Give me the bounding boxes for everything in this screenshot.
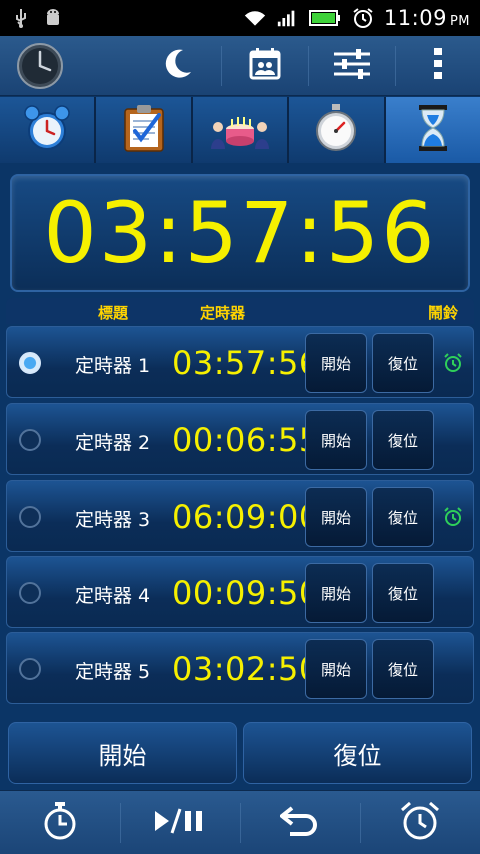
wifi-icon bbox=[244, 7, 266, 29]
play-pause-icon bbox=[152, 807, 208, 839]
signal-icon bbox=[276, 7, 298, 29]
stopwatch-icon bbox=[311, 103, 361, 157]
night-mode-icon bbox=[159, 46, 195, 86]
status-bar: 11:09 PM bbox=[0, 0, 480, 36]
settings-button[interactable] bbox=[309, 36, 395, 96]
timer-2-start-button[interactable]: 開始 bbox=[305, 410, 367, 470]
usb-icon bbox=[10, 7, 32, 29]
timer-list-header: 標題 定時器 鬧鈴 bbox=[6, 298, 474, 324]
birthday-cake-icon bbox=[210, 103, 270, 157]
main-timer-display: 03:57:56 bbox=[10, 174, 470, 292]
timer-row-4[interactable]: 定時器 4 00:09:50 開始 復位 bbox=[6, 556, 474, 628]
timer-row-1[interactable]: 定時器 1 03:57:56 開始 復位 bbox=[6, 326, 474, 398]
timer-2-label: 定時器 2 bbox=[75, 432, 151, 454]
timer-row-2[interactable]: 定時器 2 00:06:55 開始 復位 bbox=[6, 403, 474, 475]
action-bar bbox=[0, 36, 480, 96]
timer-icon bbox=[40, 801, 80, 845]
app-clock-icon bbox=[0, 36, 80, 96]
timer-3-start-button[interactable]: 開始 bbox=[305, 487, 367, 547]
tab-birthday[interactable] bbox=[192, 97, 290, 163]
overflow-menu-button[interactable] bbox=[396, 36, 480, 96]
undo-button[interactable] bbox=[240, 791, 360, 854]
tab-hourglass[interactable] bbox=[385, 97, 480, 163]
tab-alarm[interactable] bbox=[0, 97, 97, 163]
timer-1-label: 定時器 1 bbox=[75, 355, 151, 377]
timer-1-radio[interactable] bbox=[19, 352, 41, 374]
timer-5-time: 03:02:50 bbox=[172, 650, 320, 688]
bottom-toolbar bbox=[0, 790, 480, 854]
timer-1-start-button[interactable]: 開始 bbox=[305, 333, 367, 393]
timer-5-label: 定時器 5 bbox=[75, 661, 151, 683]
timer-1-time: 03:57:56 bbox=[172, 344, 320, 382]
timer-4-time: 00:09:50 bbox=[172, 574, 320, 612]
undo-icon bbox=[278, 804, 320, 842]
overflow-menu-icon bbox=[433, 46, 443, 86]
timer-2-radio[interactable] bbox=[19, 429, 41, 451]
header-timer: 定時器 bbox=[200, 304, 246, 322]
calendar-contacts-icon bbox=[247, 46, 283, 86]
tab-bar bbox=[0, 97, 480, 163]
timer-5-radio[interactable] bbox=[19, 658, 41, 680]
status-time: 11:09 PM bbox=[383, 6, 470, 30]
timer-3-time: 06:09:00 bbox=[172, 498, 320, 536]
tab-stopwatch[interactable] bbox=[289, 97, 386, 163]
clipboard-icon bbox=[121, 103, 167, 157]
timer-3-label: 定時器 3 bbox=[75, 509, 151, 531]
header-alarm: 鬧鈴 bbox=[428, 304, 459, 322]
timer-1-reset-button[interactable]: 復位 bbox=[372, 333, 434, 393]
alarm-icon bbox=[398, 800, 442, 846]
timer-row-5[interactable]: 定時器 5 03:02:50 開始 復位 bbox=[6, 632, 474, 704]
timer-3-reset-button[interactable]: 復位 bbox=[372, 487, 434, 547]
timer-4-radio[interactable] bbox=[19, 582, 41, 604]
battery-icon bbox=[308, 7, 342, 29]
android-debug-icon bbox=[42, 7, 64, 29]
timer-3-alarm-icon[interactable] bbox=[443, 507, 463, 527]
alarm-clock-icon bbox=[22, 103, 72, 157]
timer-4-label: 定時器 4 bbox=[75, 585, 151, 607]
header-title: 標題 bbox=[98, 304, 129, 322]
tab-clipboard[interactable] bbox=[96, 97, 193, 163]
play-pause-button[interactable] bbox=[120, 791, 240, 854]
hourglass-icon bbox=[417, 103, 449, 157]
timer-row-3[interactable]: 定時器 3 06:09:00 開始 復位 bbox=[6, 480, 474, 552]
timer-5-reset-button[interactable]: 復位 bbox=[372, 639, 434, 699]
calendar-contacts-button[interactable] bbox=[222, 36, 308, 96]
timer-button[interactable] bbox=[0, 791, 120, 854]
alarm-button[interactable] bbox=[360, 791, 480, 854]
start-all-button[interactable]: 開始 bbox=[8, 722, 237, 784]
timer-4-start-button[interactable]: 開始 bbox=[305, 563, 367, 623]
timer-2-reset-button[interactable]: 復位 bbox=[372, 410, 434, 470]
timer-5-start-button[interactable]: 開始 bbox=[305, 639, 367, 699]
timer-4-reset-button[interactable]: 復位 bbox=[372, 563, 434, 623]
timer-2-time: 00:06:55 bbox=[172, 421, 320, 459]
night-mode-button[interactable] bbox=[133, 36, 221, 96]
timer-1-alarm-icon[interactable] bbox=[443, 353, 463, 373]
main-timer-value: 03:57:56 bbox=[43, 184, 437, 282]
settings-sliders-icon bbox=[332, 46, 372, 86]
reset-all-button[interactable]: 復位 bbox=[243, 722, 472, 784]
alarm-icon bbox=[352, 7, 374, 29]
timer-3-radio[interactable] bbox=[19, 506, 41, 528]
